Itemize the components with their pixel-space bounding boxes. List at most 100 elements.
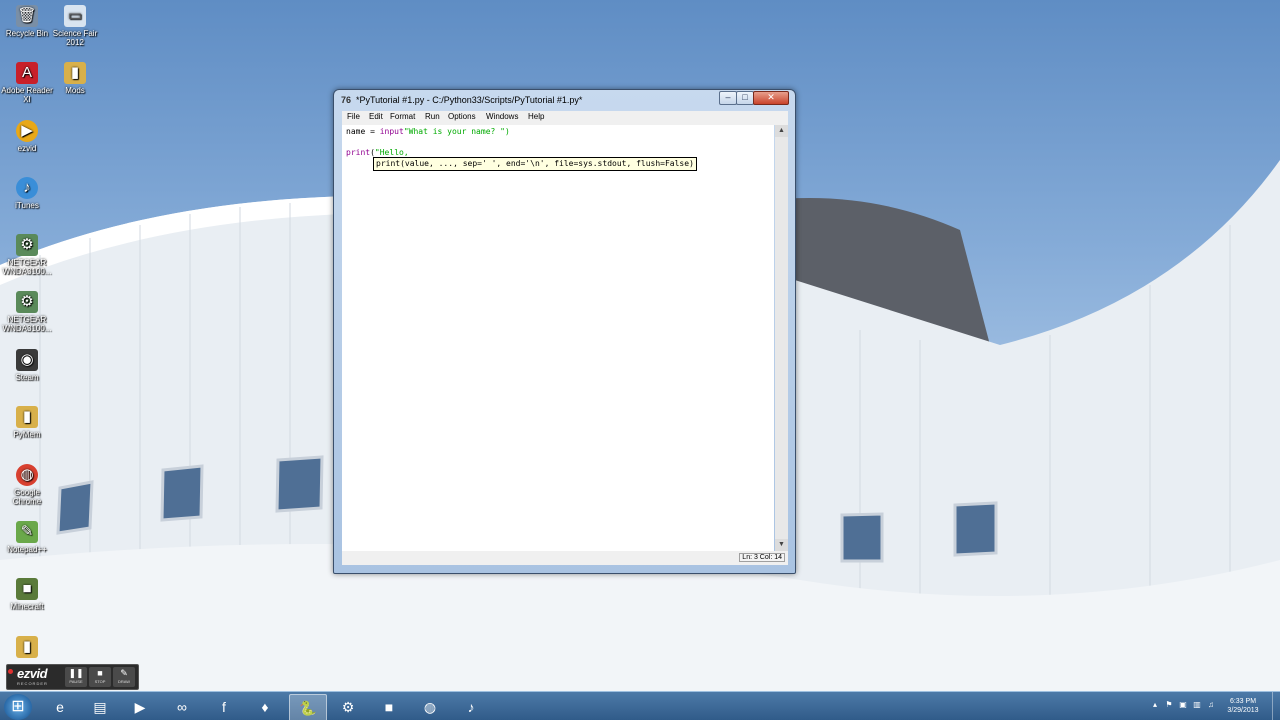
desktop-icon-adobe-reader[interactable]: A Adobe Reader XI — [0, 62, 54, 104]
folder-icon: ▭ — [64, 5, 86, 27]
menu-file[interactable]: File — [347, 112, 360, 121]
desktop-icon-label: Minecraft — [10, 602, 44, 611]
draw-icon: ✎ — [120, 668, 128, 678]
tray-flag-icon[interactable]: ⚑ — [1164, 700, 1174, 710]
clock-date: 3/29/2013 — [1227, 707, 1259, 714]
desktop-icon-label: NETGEAR WNDA3100... — [2, 315, 52, 333]
desktop-icon-itunes[interactable]: ♪ iTunes — [0, 177, 54, 210]
taskbar-tools[interactable]: ⚙ — [330, 694, 366, 720]
desktop-icon-science-fair[interactable]: ▭ Science Fair 2012 — [48, 5, 102, 47]
maximize-button[interactable]: □ — [736, 91, 754, 105]
scroll-down-icon[interactable]: ▼ — [775, 539, 788, 551]
desktop-icon-label: Recycle Bin — [5, 29, 49, 38]
folder-icon: ▮ — [16, 406, 38, 428]
desktop-icon-folder[interactable]: ▮ — [0, 636, 54, 660]
desktop: 🗑 Recycle Bin ▭ Science Fair 2012 A Adob… — [0, 0, 1280, 720]
pause-icon: ❚❚ — [68, 668, 84, 678]
desktop-icon-steam[interactable]: ◉ Steam — [0, 349, 54, 382]
idle-editor-window[interactable]: 76 *PyTutorial #1.py - C:/Python33/Scrip… — [333, 89, 796, 574]
menu-windows[interactable]: Windows — [486, 112, 518, 121]
system-clock[interactable]: 6:33 PM 3/29/2013 — [1218, 697, 1268, 715]
stop-icon: ■ — [97, 668, 103, 678]
adobe-reader-icon: A — [16, 62, 38, 84]
ezvid-icon: ▶ — [16, 120, 38, 142]
notepad-icon: ✎ — [16, 521, 38, 543]
desktop-icon-recycle-bin[interactable]: 🗑 Recycle Bin — [0, 5, 54, 38]
draw-button[interactable]: ✎ DRAW — [113, 667, 135, 687]
title-bar[interactable]: 76 *PyTutorial #1.py - C:/Python33/Scrip… — [334, 90, 795, 110]
folder-icon: ▮ — [64, 62, 86, 84]
scroll-up-icon[interactable]: ▲ — [775, 125, 788, 137]
folder-icon: ▮ — [16, 636, 38, 658]
close-button[interactable]: ✕ — [753, 91, 789, 105]
desktop-icon-label: iTunes — [15, 201, 39, 210]
ezvid-recorder: ezvid RECORDER ❚❚ PAUSE ■ STOP ✎ DRAW — [6, 664, 139, 690]
netgear-icon: ⚙ — [16, 234, 38, 256]
status-bar: Ln: 3 Col: 14 — [342, 551, 788, 565]
show-desktop-button[interactable] — [1272, 692, 1280, 720]
netgear-icon: ⚙ — [16, 291, 38, 313]
python-idle-icon: 76 — [341, 95, 352, 105]
desktop-icon-label: Google Chrome — [12, 488, 42, 506]
desktop-icon-notepad-plus[interactable]: ✎ Notepad++ — [0, 521, 54, 554]
desktop-icon-label: PyMem — [13, 430, 41, 439]
ezvid-subtitle: RECORDER — [17, 681, 48, 686]
tray-network-icon[interactable]: ▥ — [1192, 700, 1202, 710]
desktop-icon-pymem[interactable]: ▮ PyMem — [0, 406, 54, 439]
desktop-icon-label: Adobe Reader XI — [1, 86, 53, 104]
tray-chevron-icon[interactable]: ▴ — [1150, 700, 1160, 710]
menu-bar: File Edit Format Run Options Windows Hel… — [342, 111, 788, 125]
desktop-icon-netgear-1[interactable]: ⚙ NETGEAR WNDA3100... — [0, 234, 54, 276]
taskbar-arduino[interactable]: ∞ — [164, 694, 200, 720]
desktop-icon-label: ezvid — [17, 144, 37, 153]
recording-dot-icon — [8, 669, 13, 674]
code-text: name = — [346, 127, 380, 136]
tray-device-icon[interactable]: ▣ — [1178, 700, 1188, 710]
code-editor[interactable]: name = input"What is your name? ") print… — [342, 125, 774, 551]
vertical-scrollbar[interactable]: ▲ ▼ — [775, 125, 788, 551]
code-line-1: name = input"What is your name? ") — [346, 127, 510, 136]
menu-options[interactable]: Options — [448, 112, 476, 121]
pause-button[interactable]: ❚❚ PAUSE — [65, 667, 87, 687]
desktop-icon-minecraft[interactable]: ■ Minecraft — [0, 578, 54, 611]
desktop-icon-google-chrome[interactable]: ◍ Google Chrome — [0, 464, 54, 506]
stop-label: STOP — [94, 679, 106, 684]
desktop-icon-mods[interactable]: ▮ Mods — [48, 62, 102, 95]
desktop-icon-ezvid[interactable]: ▶ ezvid — [0, 120, 54, 153]
itunes-icon: ♪ — [16, 177, 38, 199]
taskbar-minecraft[interactable]: ■ — [371, 694, 407, 720]
desktop-icon-label: Science Fair 2012 — [52, 29, 98, 47]
steam-icon: ◉ — [16, 349, 38, 371]
tray-volume-icon[interactable]: ♫ — [1206, 700, 1216, 710]
cursor-position: Ln: 3 Col: 14 — [739, 553, 785, 562]
taskbar-file-explorer[interactable]: ▤ — [82, 694, 118, 720]
clock-time: 6:33 PM — [1229, 698, 1257, 705]
chrome-icon: ◍ — [16, 464, 38, 486]
taskbar-internet-explorer[interactable]: e — [42, 694, 78, 720]
taskbar-flash[interactable]: f — [206, 694, 242, 720]
minimize-button[interactable]: – — [719, 91, 737, 105]
desktop-icon-label: Mods — [65, 86, 85, 95]
menu-help[interactable]: Help — [528, 112, 544, 121]
code-builtin: print — [346, 148, 371, 157]
taskbar-chrome[interactable]: ◍ — [412, 694, 448, 720]
menu-edit[interactable]: Edit — [369, 112, 383, 121]
recycle-bin-icon: 🗑 — [16, 5, 38, 27]
desktop-icon-netgear-2[interactable]: ⚙ NETGEAR WNDA3100... — [0, 291, 54, 333]
calltip-tooltip: print(value, ..., sep=' ', end='\n', fil… — [373, 157, 697, 171]
code-builtin: input — [379, 127, 404, 136]
desktop-icon-label: Steam — [15, 373, 39, 382]
taskbar: ⊞ e ▤ ▶ ∞ f ♦ 🐍 ⚙ ■ ◍ ♪ ▴ ⚑ ▣ ▥ ♫ 6:33 P… — [0, 691, 1280, 720]
taskbar-media-player[interactable]: ▶ — [122, 694, 158, 720]
menu-run[interactable]: Run — [425, 112, 440, 121]
window-title: *PyTutorial #1.py - C:/Python33/Scripts/… — [356, 95, 583, 105]
taskbar-red-app[interactable]: ♦ — [247, 694, 283, 720]
pause-label: PAUSE — [69, 679, 83, 684]
taskbar-itunes[interactable]: ♪ — [453, 694, 489, 720]
taskbar-python-idle[interactable]: 🐍 — [289, 694, 327, 720]
desktop-icon-label: NETGEAR WNDA3100... — [2, 258, 52, 276]
menu-format[interactable]: Format — [390, 112, 415, 121]
stop-button[interactable]: ■ STOP — [89, 667, 111, 687]
start-button[interactable]: ⊞ — [4, 694, 32, 720]
code-string: "What is your name? ") — [403, 127, 510, 136]
